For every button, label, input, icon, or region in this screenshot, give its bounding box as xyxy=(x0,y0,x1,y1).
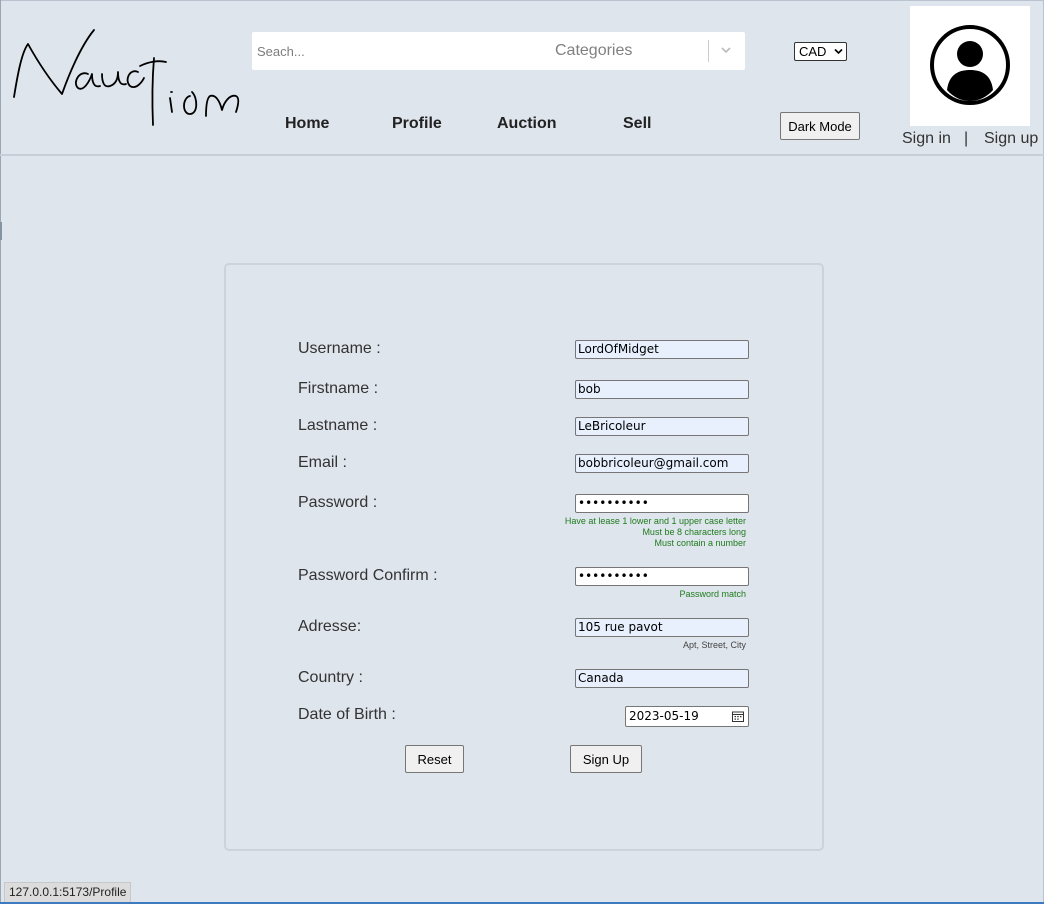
chevron-down-icon[interactable] xyxy=(719,43,733,57)
dob-field[interactable]: 2023-05-19 xyxy=(625,706,749,727)
dob-label: Date of Birth : xyxy=(298,706,396,723)
caret-down-icon xyxy=(834,48,843,55)
window-border-top xyxy=(0,0,1044,1)
avatar[interactable] xyxy=(910,6,1030,126)
username-label: Username : xyxy=(298,340,381,357)
firstname-label: Firstname : xyxy=(298,380,379,397)
search-bar: Categories xyxy=(252,32,745,70)
password-hint-number: Must contain a number xyxy=(654,538,746,548)
firstname-field[interactable]: bob xyxy=(575,380,749,399)
dark-mode-button[interactable]: Dark Mode xyxy=(780,112,860,140)
auth-divider: | xyxy=(964,130,969,147)
dob-value: 2023-05-19 xyxy=(629,709,699,723)
username-field[interactable]: LordOfMidget xyxy=(575,340,749,359)
reset-button[interactable]: Reset xyxy=(405,745,464,773)
status-bar-url: 127.0.0.1:5173/Profile xyxy=(4,882,132,902)
country-field[interactable]: Canada xyxy=(575,669,749,688)
categories-separator xyxy=(708,40,709,62)
user-icon xyxy=(930,25,1010,105)
nav-profile[interactable]: Profile xyxy=(392,115,442,133)
categories-dropdown[interactable]: Categories xyxy=(555,42,632,60)
address-field[interactable]: 105 rue pavot xyxy=(575,618,749,637)
password-confirm-label: Password Confirm : xyxy=(298,567,438,584)
search-input[interactable] xyxy=(252,32,532,70)
calendar-icon[interactable] xyxy=(732,711,744,722)
lastname-field[interactable]: LeBricoleur xyxy=(575,417,749,436)
nav-auction[interactable]: Auction xyxy=(497,115,557,133)
password-label: Password : xyxy=(298,494,378,511)
email-field[interactable]: bobbricoleur@gmail.com xyxy=(575,454,749,473)
sign-in-link[interactable]: Sign in xyxy=(902,130,951,148)
password-match-hint: Password match xyxy=(679,589,746,599)
country-label: Country : xyxy=(298,669,363,686)
header-divider xyxy=(0,154,1044,156)
password-confirm-field[interactable]: •••••••••• xyxy=(575,567,749,586)
address-hint: Apt, Street, City xyxy=(682,640,746,650)
nav-sell[interactable]: Sell xyxy=(623,115,651,133)
lastname-label: Lastname : xyxy=(298,417,378,434)
currency-select[interactable]: CAD xyxy=(794,42,847,61)
password-hint-case: Have at lease 1 lower and 1 upper case l… xyxy=(564,516,746,526)
scroll-indicator xyxy=(0,222,2,240)
address-label: Adresse: xyxy=(298,618,362,635)
password-hint-length: Must be 8 characters long xyxy=(642,527,746,537)
sign-up-link[interactable]: Sign up xyxy=(984,130,1038,148)
logo[interactable] xyxy=(10,22,245,130)
sign-up-button[interactable]: Sign Up xyxy=(570,745,642,773)
window-border-left xyxy=(0,0,1,904)
nav-home[interactable]: Home xyxy=(285,115,329,133)
email-label: Email : xyxy=(298,454,347,471)
currency-value: CAD xyxy=(799,44,827,59)
password-field[interactable]: •••••••••• xyxy=(575,494,749,513)
